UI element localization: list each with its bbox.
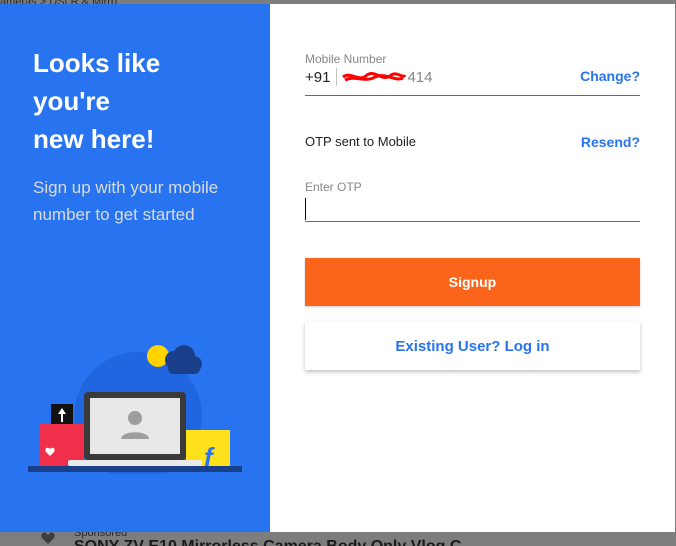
red-gift-box (40, 424, 84, 466)
panel-title: Looks like you're new here! (33, 44, 237, 158)
cloud-icon (165, 345, 202, 374)
panel-title-line1: Looks like you're (33, 48, 161, 116)
otp-label: Enter OTP (305, 180, 362, 194)
heart-icon (41, 532, 55, 544)
otp-sent-text: OTP sent to Mobile (305, 134, 417, 149)
panel-subtitle-line1: Sign up with your mobile (33, 178, 219, 197)
resend-otp-link[interactable]: Resend? (581, 134, 640, 150)
mobile-number-suffix: 414 (407, 68, 433, 86)
laptop-base (68, 460, 202, 466)
redaction-scribble (342, 72, 407, 82)
existing-user-login-button[interactable]: Existing User? Log in (305, 322, 640, 370)
mobile-number-field: Mobile Number +91 414 Change? (305, 52, 640, 96)
signup-form-panel: Mobile Number +91 414 Change? OTP sent t… (270, 4, 675, 532)
laptop-signup-illustration: f (28, 345, 242, 474)
illustration-ground (28, 466, 242, 472)
change-number-link[interactable]: Change? (580, 68, 640, 84)
otp-input[interactable] (305, 198, 640, 220)
panel-subtitle-line2: number to get started (33, 205, 195, 224)
prefix-divider (336, 68, 338, 86)
otp-field: Enter OTP (305, 180, 640, 222)
laptop-screen (90, 398, 180, 454)
otp-status-row: OTP sent to Mobile Resend? (305, 134, 640, 150)
sun-icon (147, 345, 169, 367)
panel-subtitle: Sign up with your mobile number to get s… (33, 174, 237, 228)
background-product-title: SONY ZV-E10 Mirrorless Camera Body Only … (74, 538, 461, 546)
signup-info-panel: Looks like you're new here! Sign up with… (0, 4, 270, 532)
mobile-number-label: Mobile Number (305, 52, 387, 66)
signup-modal: Looks like you're new here! Sign up with… (0, 4, 675, 532)
panel-title-line2: new here! (33, 124, 155, 154)
country-code: +91 (305, 68, 331, 86)
signup-button[interactable]: Signup (305, 258, 640, 306)
